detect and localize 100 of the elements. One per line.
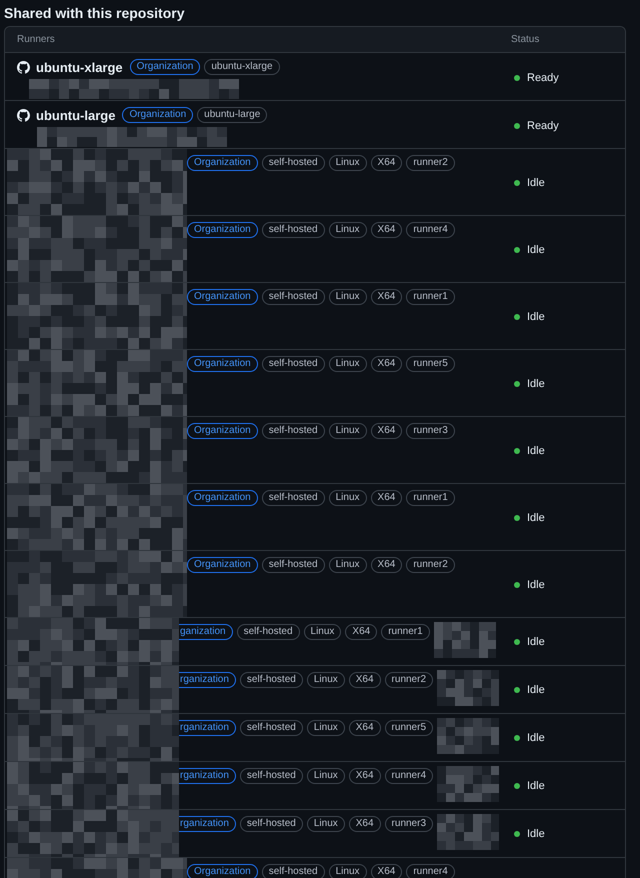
runner-label: X64 bbox=[348, 720, 381, 736]
runner-label: Linux bbox=[306, 720, 345, 736]
runner-label: self-hosted bbox=[236, 624, 300, 640]
runner-label: runner4 bbox=[406, 864, 455, 878]
runner-label: X64 bbox=[370, 155, 402, 171]
status-dot-icon bbox=[514, 122, 520, 128]
runner-label: Linux bbox=[306, 672, 345, 688]
runner-label: self-hosted bbox=[262, 222, 325, 238]
runner-label: X64 bbox=[370, 423, 402, 439]
runner-name: ubuntu-large bbox=[36, 108, 116, 122]
runner-label: Linux bbox=[328, 557, 367, 573]
runner-label: Linux bbox=[306, 816, 345, 832]
runner-label: self-hosted bbox=[262, 864, 325, 878]
runner-label: X64 bbox=[348, 816, 381, 832]
column-header: Status bbox=[510, 34, 540, 45]
organization-label: Organization bbox=[187, 222, 258, 238]
status-dot-icon bbox=[514, 734, 520, 740]
runner-label: ubuntu-large bbox=[197, 107, 268, 123]
organization-label: Organization bbox=[187, 423, 258, 439]
organization-label: rganization bbox=[179, 720, 236, 736]
runner-name: ubuntu-xlarge bbox=[36, 60, 123, 74]
github-logo-icon bbox=[17, 60, 30, 74]
runner-label: Linux bbox=[328, 155, 367, 171]
runner-label: self-hosted bbox=[240, 672, 303, 688]
status-text: Idle bbox=[514, 780, 545, 792]
runner-label: runner1 bbox=[406, 289, 455, 305]
organization-label: ganization bbox=[179, 624, 233, 640]
runner-label: runner4 bbox=[406, 222, 455, 238]
status-dot-icon bbox=[514, 314, 520, 320]
status-dot-icon bbox=[514, 582, 520, 588]
status-dot-icon bbox=[514, 638, 520, 644]
status-dot-icon bbox=[514, 686, 520, 692]
organization-label: rganization bbox=[179, 672, 236, 688]
organization-label: Organization bbox=[187, 864, 258, 878]
status-text: Idle bbox=[514, 445, 545, 457]
organization-label: Organization bbox=[187, 155, 258, 171]
runner-label: runner4 bbox=[384, 768, 434, 784]
runner-label: X64 bbox=[370, 557, 402, 573]
status-dot-icon bbox=[514, 247, 520, 253]
runner-label: runner3 bbox=[384, 816, 434, 832]
organization-label: Organization bbox=[187, 557, 258, 573]
runner-label: Linux bbox=[328, 490, 367, 506]
runner-label: self-hosted bbox=[240, 816, 303, 832]
runner-label: self-hosted bbox=[240, 768, 303, 784]
runner-label: self-hosted bbox=[262, 289, 325, 305]
column-header: Runners bbox=[16, 34, 56, 45]
status-text: Idle bbox=[514, 684, 545, 696]
status-text: Idle bbox=[514, 579, 545, 591]
status-text: Ready bbox=[514, 72, 559, 84]
status-dot-icon bbox=[514, 830, 520, 836]
runner-label: Linux bbox=[304, 624, 342, 640]
runner-label: Linux bbox=[328, 222, 367, 238]
status-dot-icon bbox=[514, 515, 520, 521]
runner-label: self-hosted bbox=[262, 490, 325, 506]
status-text: Idle bbox=[514, 177, 545, 189]
github-logo-icon bbox=[17, 108, 30, 122]
runner-label: self-hosted bbox=[262, 423, 325, 439]
section-title: Shared with this repository bbox=[3, 4, 186, 21]
runner-label: runner2 bbox=[406, 155, 455, 171]
status-dot-icon bbox=[514, 448, 520, 454]
runner-label: runner1 bbox=[381, 624, 430, 640]
organization-label: Organization bbox=[122, 107, 194, 123]
runner-label: X64 bbox=[370, 222, 402, 238]
status-text: Idle bbox=[514, 378, 545, 390]
organization-label: Organization bbox=[187, 356, 258, 372]
organization-label: rganization bbox=[179, 816, 236, 832]
runner-label: runner3 bbox=[406, 423, 455, 439]
runner-label: Linux bbox=[328, 289, 367, 305]
runner-label: self-hosted bbox=[262, 155, 325, 171]
status-dot-icon bbox=[514, 381, 520, 387]
runner-label: X64 bbox=[370, 289, 402, 305]
runner-label: runner5 bbox=[406, 356, 455, 372]
runner-label: ubuntu-xlarge bbox=[204, 59, 280, 75]
runner-label: runner5 bbox=[384, 720, 434, 736]
status-dot-icon bbox=[514, 74, 520, 80]
runner-label: self-hosted bbox=[262, 557, 325, 573]
runner-label: X64 bbox=[370, 490, 402, 506]
status-text: Idle bbox=[514, 732, 545, 744]
organization-label: Organization bbox=[187, 289, 258, 305]
organization-label: Organization bbox=[130, 59, 200, 75]
runner-label: runner2 bbox=[406, 557, 455, 573]
status-text: Idle bbox=[514, 828, 545, 840]
status-text: Ready bbox=[514, 120, 559, 132]
status-text: Idle bbox=[514, 636, 545, 648]
runner-label: runner1 bbox=[406, 490, 455, 506]
runner-label: Linux bbox=[328, 356, 367, 372]
status-dot-icon bbox=[514, 782, 520, 788]
organization-label: rganization bbox=[179, 768, 236, 784]
status-dot-icon bbox=[514, 180, 520, 186]
organization-label: Organization bbox=[187, 490, 258, 506]
status-text: Idle bbox=[514, 512, 545, 524]
runner-label: Linux bbox=[306, 768, 345, 784]
runner-label: X64 bbox=[348, 672, 381, 688]
runner-label: X64 bbox=[345, 624, 378, 640]
runner-label: Linux bbox=[328, 864, 367, 878]
runner-label: self-hosted bbox=[240, 720, 303, 736]
runner-label: self-hosted bbox=[262, 356, 325, 372]
runner-label: X64 bbox=[370, 864, 402, 878]
runner-label: Linux bbox=[328, 423, 367, 439]
runner-label: runner2 bbox=[384, 672, 434, 688]
